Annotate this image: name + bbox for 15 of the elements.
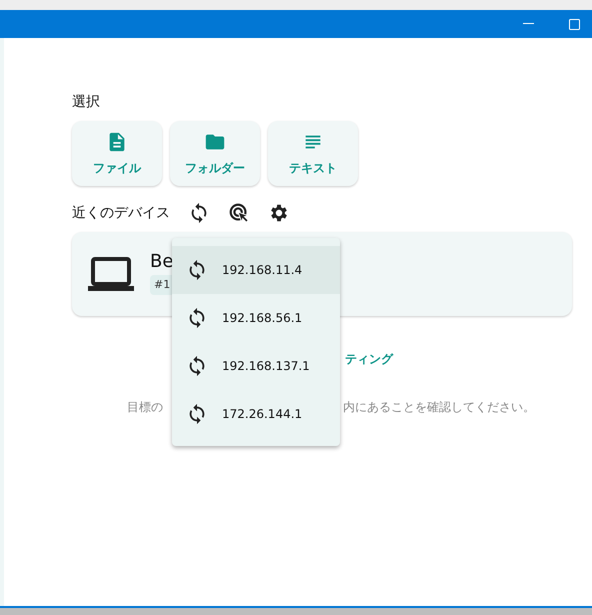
maximize-button[interactable]: [566, 16, 582, 32]
hint-text: 内にあることを確認してください。: [343, 399, 535, 416]
menu-item[interactable]: 172.26.144.1: [172, 390, 340, 438]
link[interactable]: ティング: [345, 352, 393, 366]
menu-item[interactable]: 192.168.11.4: [172, 246, 340, 294]
section-title: 近くのデバイス: [72, 204, 170, 222]
hint-text: 目標の: [127, 399, 163, 416]
minimize-icon: [522, 23, 534, 25]
laptop-icon: [88, 256, 134, 292]
section-title: 選択: [72, 93, 101, 112]
maximize-icon: [568, 18, 580, 30]
target-button[interactable]: [228, 202, 250, 224]
cursor-target-icon: [228, 202, 250, 224]
device-name: Be: [150, 252, 174, 271]
menu-item[interactable]: 192.168.137.1: [172, 342, 340, 390]
